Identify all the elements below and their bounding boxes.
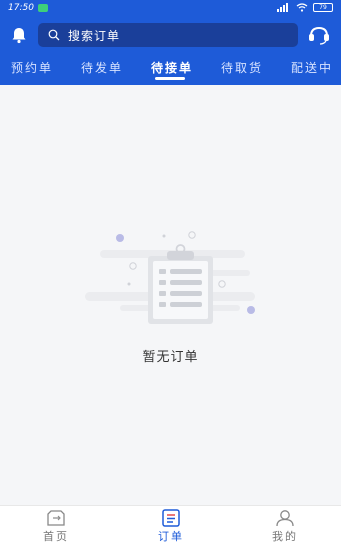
status-time: 17:50 [8,3,34,13]
search-placeholder: 搜索订单 [68,28,121,43]
bottom-navigation: 首页 订单 我的 [0,505,341,546]
nav-orders[interactable]: 订单 [141,509,201,544]
orders-icon [162,509,180,527]
nav-home[interactable]: 首页 [26,509,86,544]
wifi-icon [296,3,308,12]
signal-icon [277,3,288,12]
app-header: 17:50 79 搜索订单 预约单 待发单 待接单 待取货 配送中 [0,0,341,85]
tab-pending-dispatch[interactable]: 待发单 [81,59,123,76]
active-tab-indicator [155,77,185,80]
empty-state: 暂无订单 [0,85,341,505]
search-input[interactable]: 搜索订单 [38,23,298,47]
search-row: 搜索订单 [0,20,341,50]
nav-home-label: 首页 [43,530,69,543]
customer-service-icon[interactable] [308,25,330,45]
search-icon [48,29,60,41]
status-indicators: 79 [277,3,333,12]
empty-clipboard-icon [85,231,255,324]
tab-pending-accept[interactable]: 待接单 [151,59,193,76]
profile-icon [276,510,294,527]
nav-profile[interactable]: 我的 [255,509,315,544]
status-bar: 17:50 79 [0,0,341,18]
notification-app-icon [38,4,48,12]
tab-reservation[interactable]: 预约单 [11,59,53,76]
nav-orders-label: 订单 [158,530,184,543]
nav-profile-label: 我的 [272,530,298,543]
home-icon [47,510,65,526]
tab-delivering[interactable]: 配送中 [291,59,333,76]
battery-indicator: 79 [313,3,333,12]
empty-message: 暂无订单 [142,350,199,365]
bell-icon[interactable] [10,26,28,44]
tab-pending-pickup[interactable]: 待取货 [221,59,263,76]
